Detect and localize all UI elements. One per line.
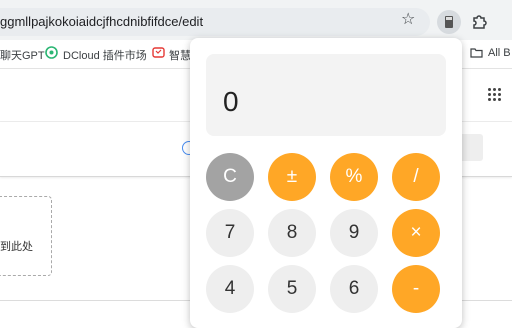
divide-button[interactable]: / xyxy=(392,153,440,201)
dcloud-icon xyxy=(45,46,58,59)
digit-7-button[interactable]: 7 xyxy=(206,209,254,257)
digit-9-button[interactable]: 9 xyxy=(330,209,378,257)
calculator-extension-icon[interactable] xyxy=(437,10,461,34)
clear-button[interactable]: C xyxy=(206,153,254,201)
bookmark-chatgpt[interactable]: 聊天GPT xyxy=(0,47,45,63)
sign-toggle-button[interactable]: ± xyxy=(268,153,316,201)
bookmark-all-bookmarks[interactable]: All B xyxy=(488,47,511,59)
browser-toolbar: ggmllpajkokoiaidcjfhcdnibfifdce/edit ☆ xyxy=(0,0,512,40)
subtract-button[interactable]: - xyxy=(392,265,440,313)
folder-icon xyxy=(470,48,483,58)
zhihui-icon xyxy=(152,47,165,58)
extensions-puzzle-icon[interactable] xyxy=(471,12,489,30)
digit-4-button[interactable]: 4 xyxy=(206,265,254,313)
apps-grid-icon[interactable] xyxy=(488,88,502,102)
display-value: 0 xyxy=(223,86,239,117)
digit-6-button[interactable]: 6 xyxy=(330,265,378,313)
calculator-display xyxy=(206,54,446,136)
dropzone-text: 到此处 xyxy=(0,241,33,253)
percent-button[interactable]: % xyxy=(330,153,378,201)
digit-8-button[interactable]: 8 xyxy=(268,209,316,257)
digit-5-button[interactable]: 5 xyxy=(268,265,316,313)
bookmark-star-icon[interactable]: ☆ xyxy=(401,12,417,28)
url-text[interactable]: ggmllpajkokoiaidcjfhcdnibfifdce/edit xyxy=(0,14,203,29)
multiply-button[interactable]: × xyxy=(392,209,440,257)
bookmark-zhihui[interactable]: 智慧 xyxy=(169,47,191,63)
bookmark-dcloud[interactable]: DCloud 插件市场 xyxy=(63,47,147,63)
upload-dropzone[interactable] xyxy=(0,196,52,276)
